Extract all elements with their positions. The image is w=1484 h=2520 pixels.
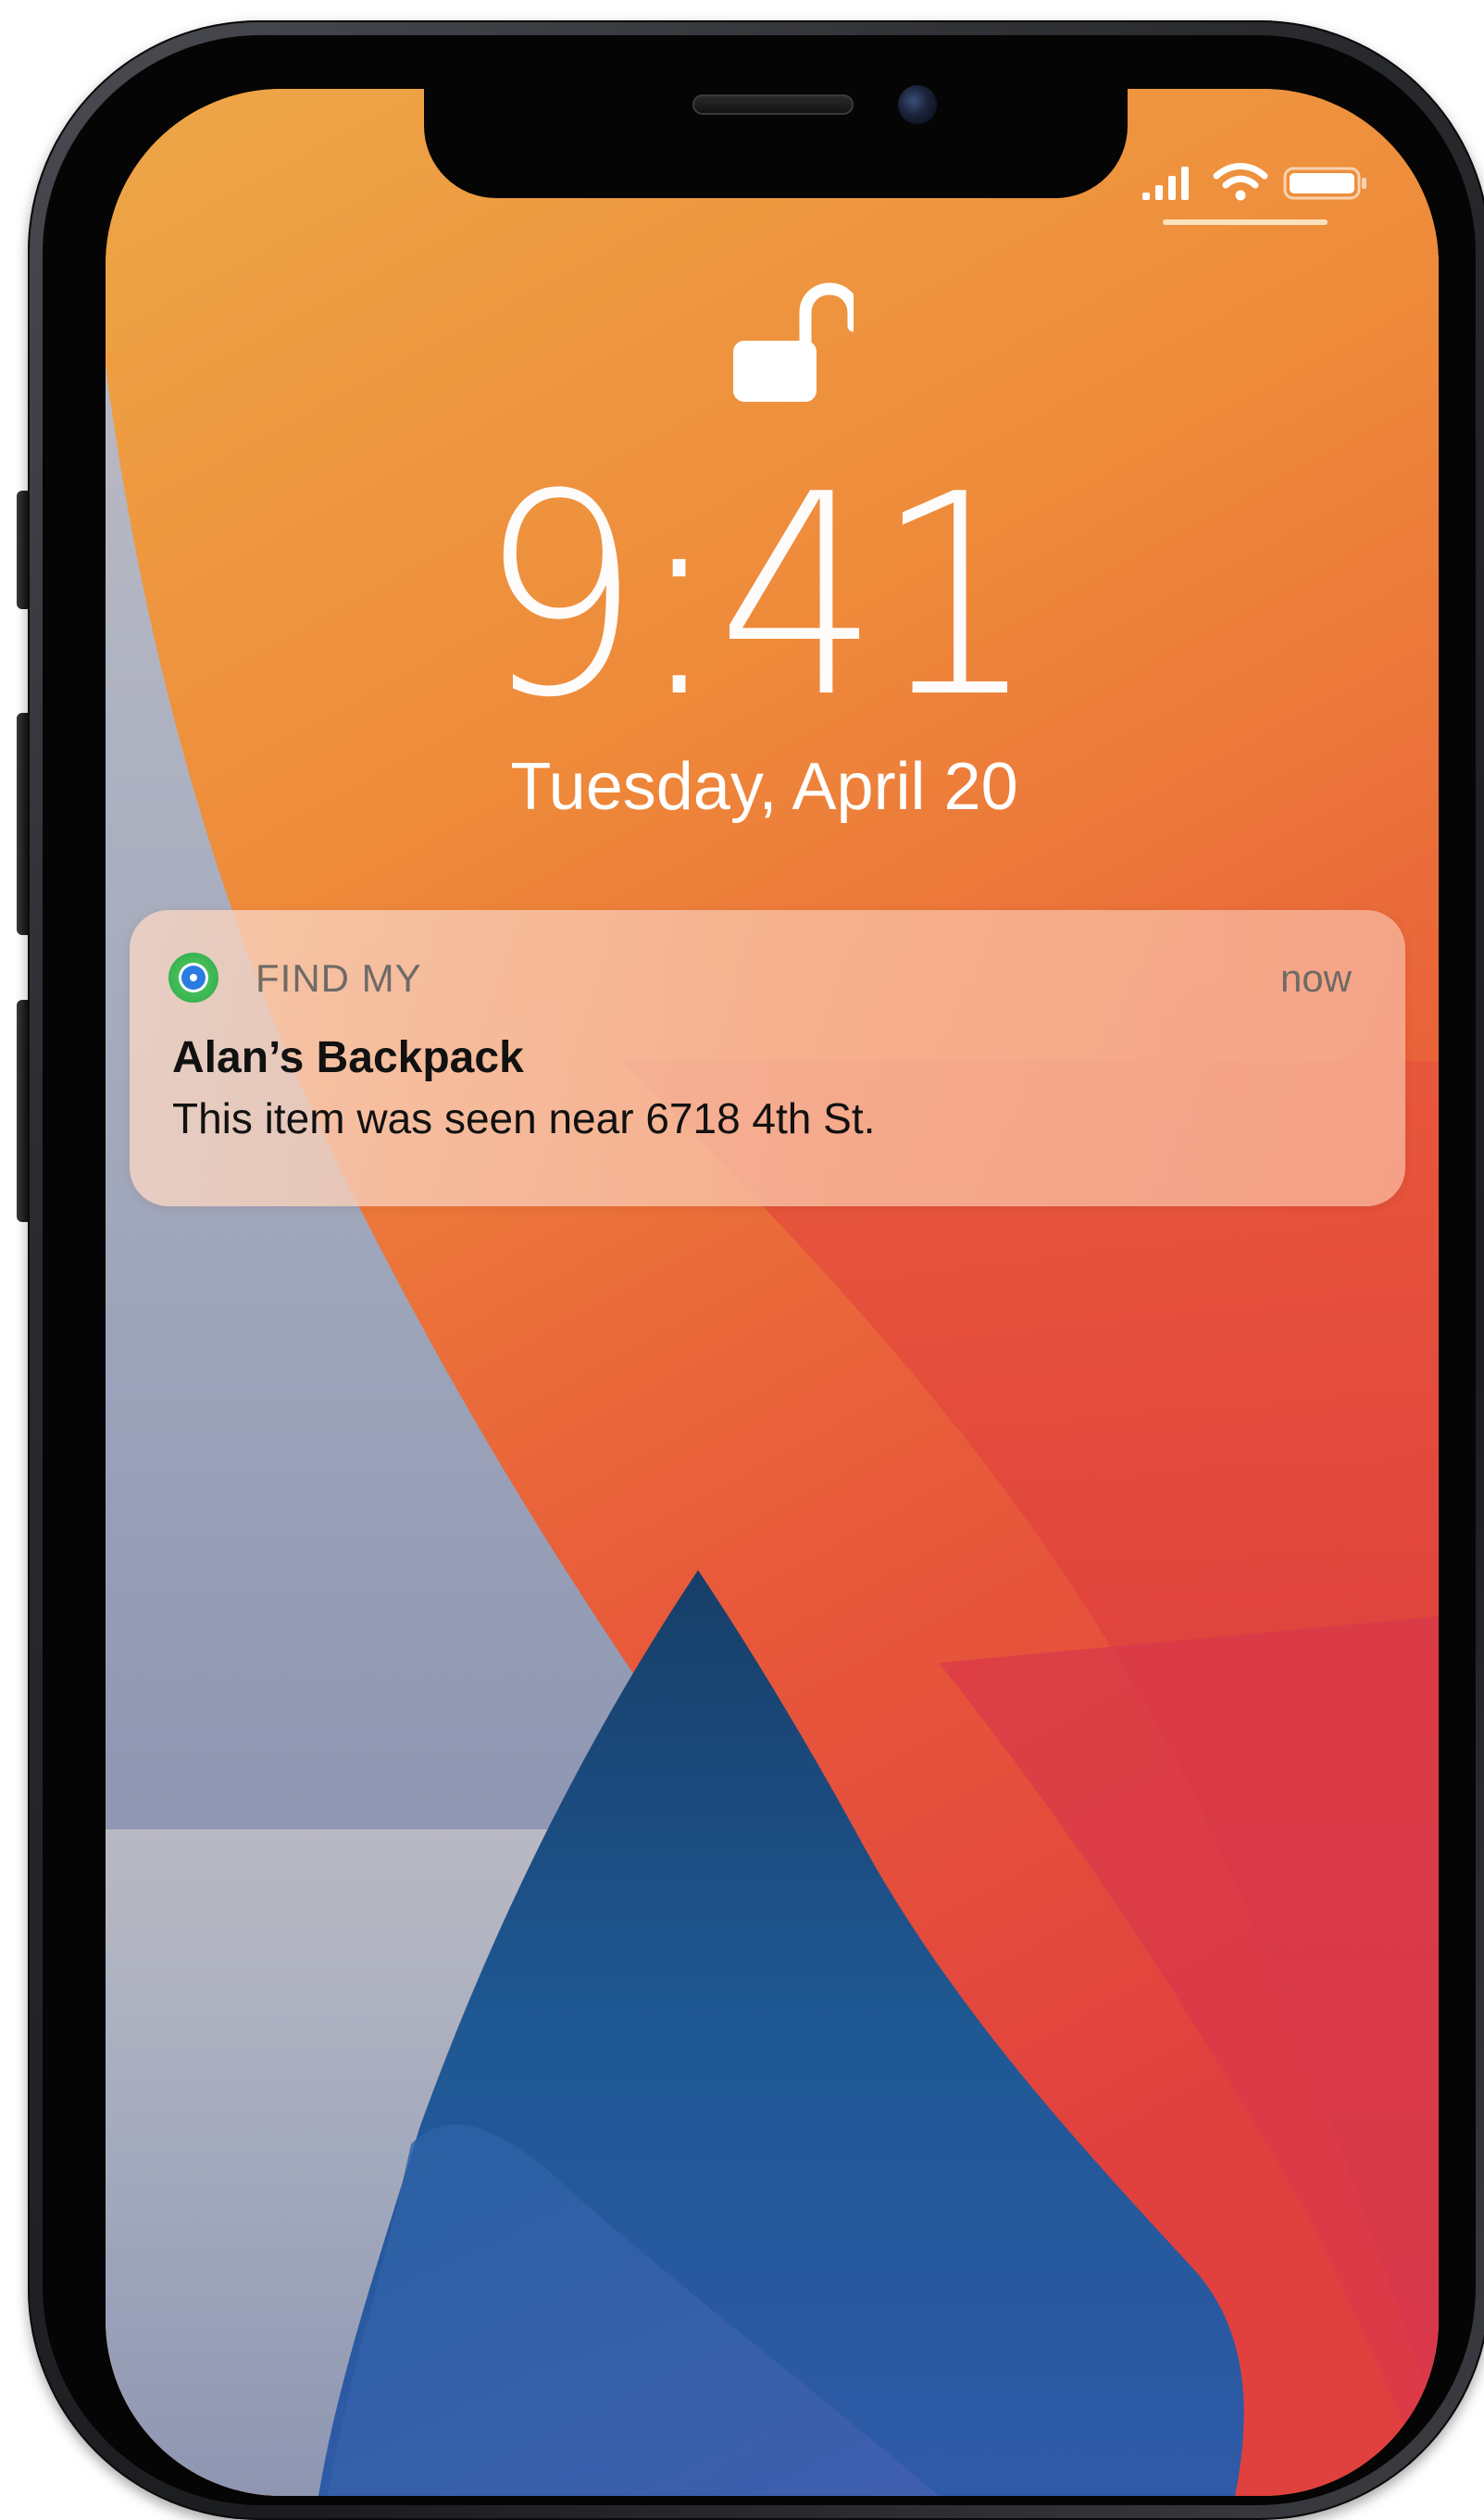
lock-screen-date: Tuesday, April 20: [510, 750, 1018, 824]
notification-body: This item was seen near 6718 4th St.: [172, 1094, 876, 1142]
wifi-icon: [1213, 163, 1268, 201]
status-bar: [1131, 156, 1372, 207]
notification-app-name: FIND MY: [256, 956, 422, 1000]
control-center-indicator[interactable]: [1163, 219, 1328, 225]
unlocked-padlock-icon: [733, 282, 854, 402]
cellular-signal-icon: [1142, 167, 1189, 200]
earpiece-speaker: [692, 94, 854, 115]
notification-title: Alan’s Backpack: [172, 1033, 524, 1082]
find-my-app-icon: [168, 953, 218, 1003]
battery-icon: [1283, 167, 1366, 200]
lock-screen-time: 9:41: [0, 449, 1484, 745]
notch: [424, 54, 1128, 198]
notification-time: now: [1279, 956, 1352, 1000]
front-camera: [898, 85, 937, 124]
time-text: 9:41: [478, 435, 1037, 758]
notification-card[interactable]: FIND MY now Alan’s Backpack This item wa…: [130, 910, 1405, 1206]
find-my-dot: [190, 974, 197, 981]
